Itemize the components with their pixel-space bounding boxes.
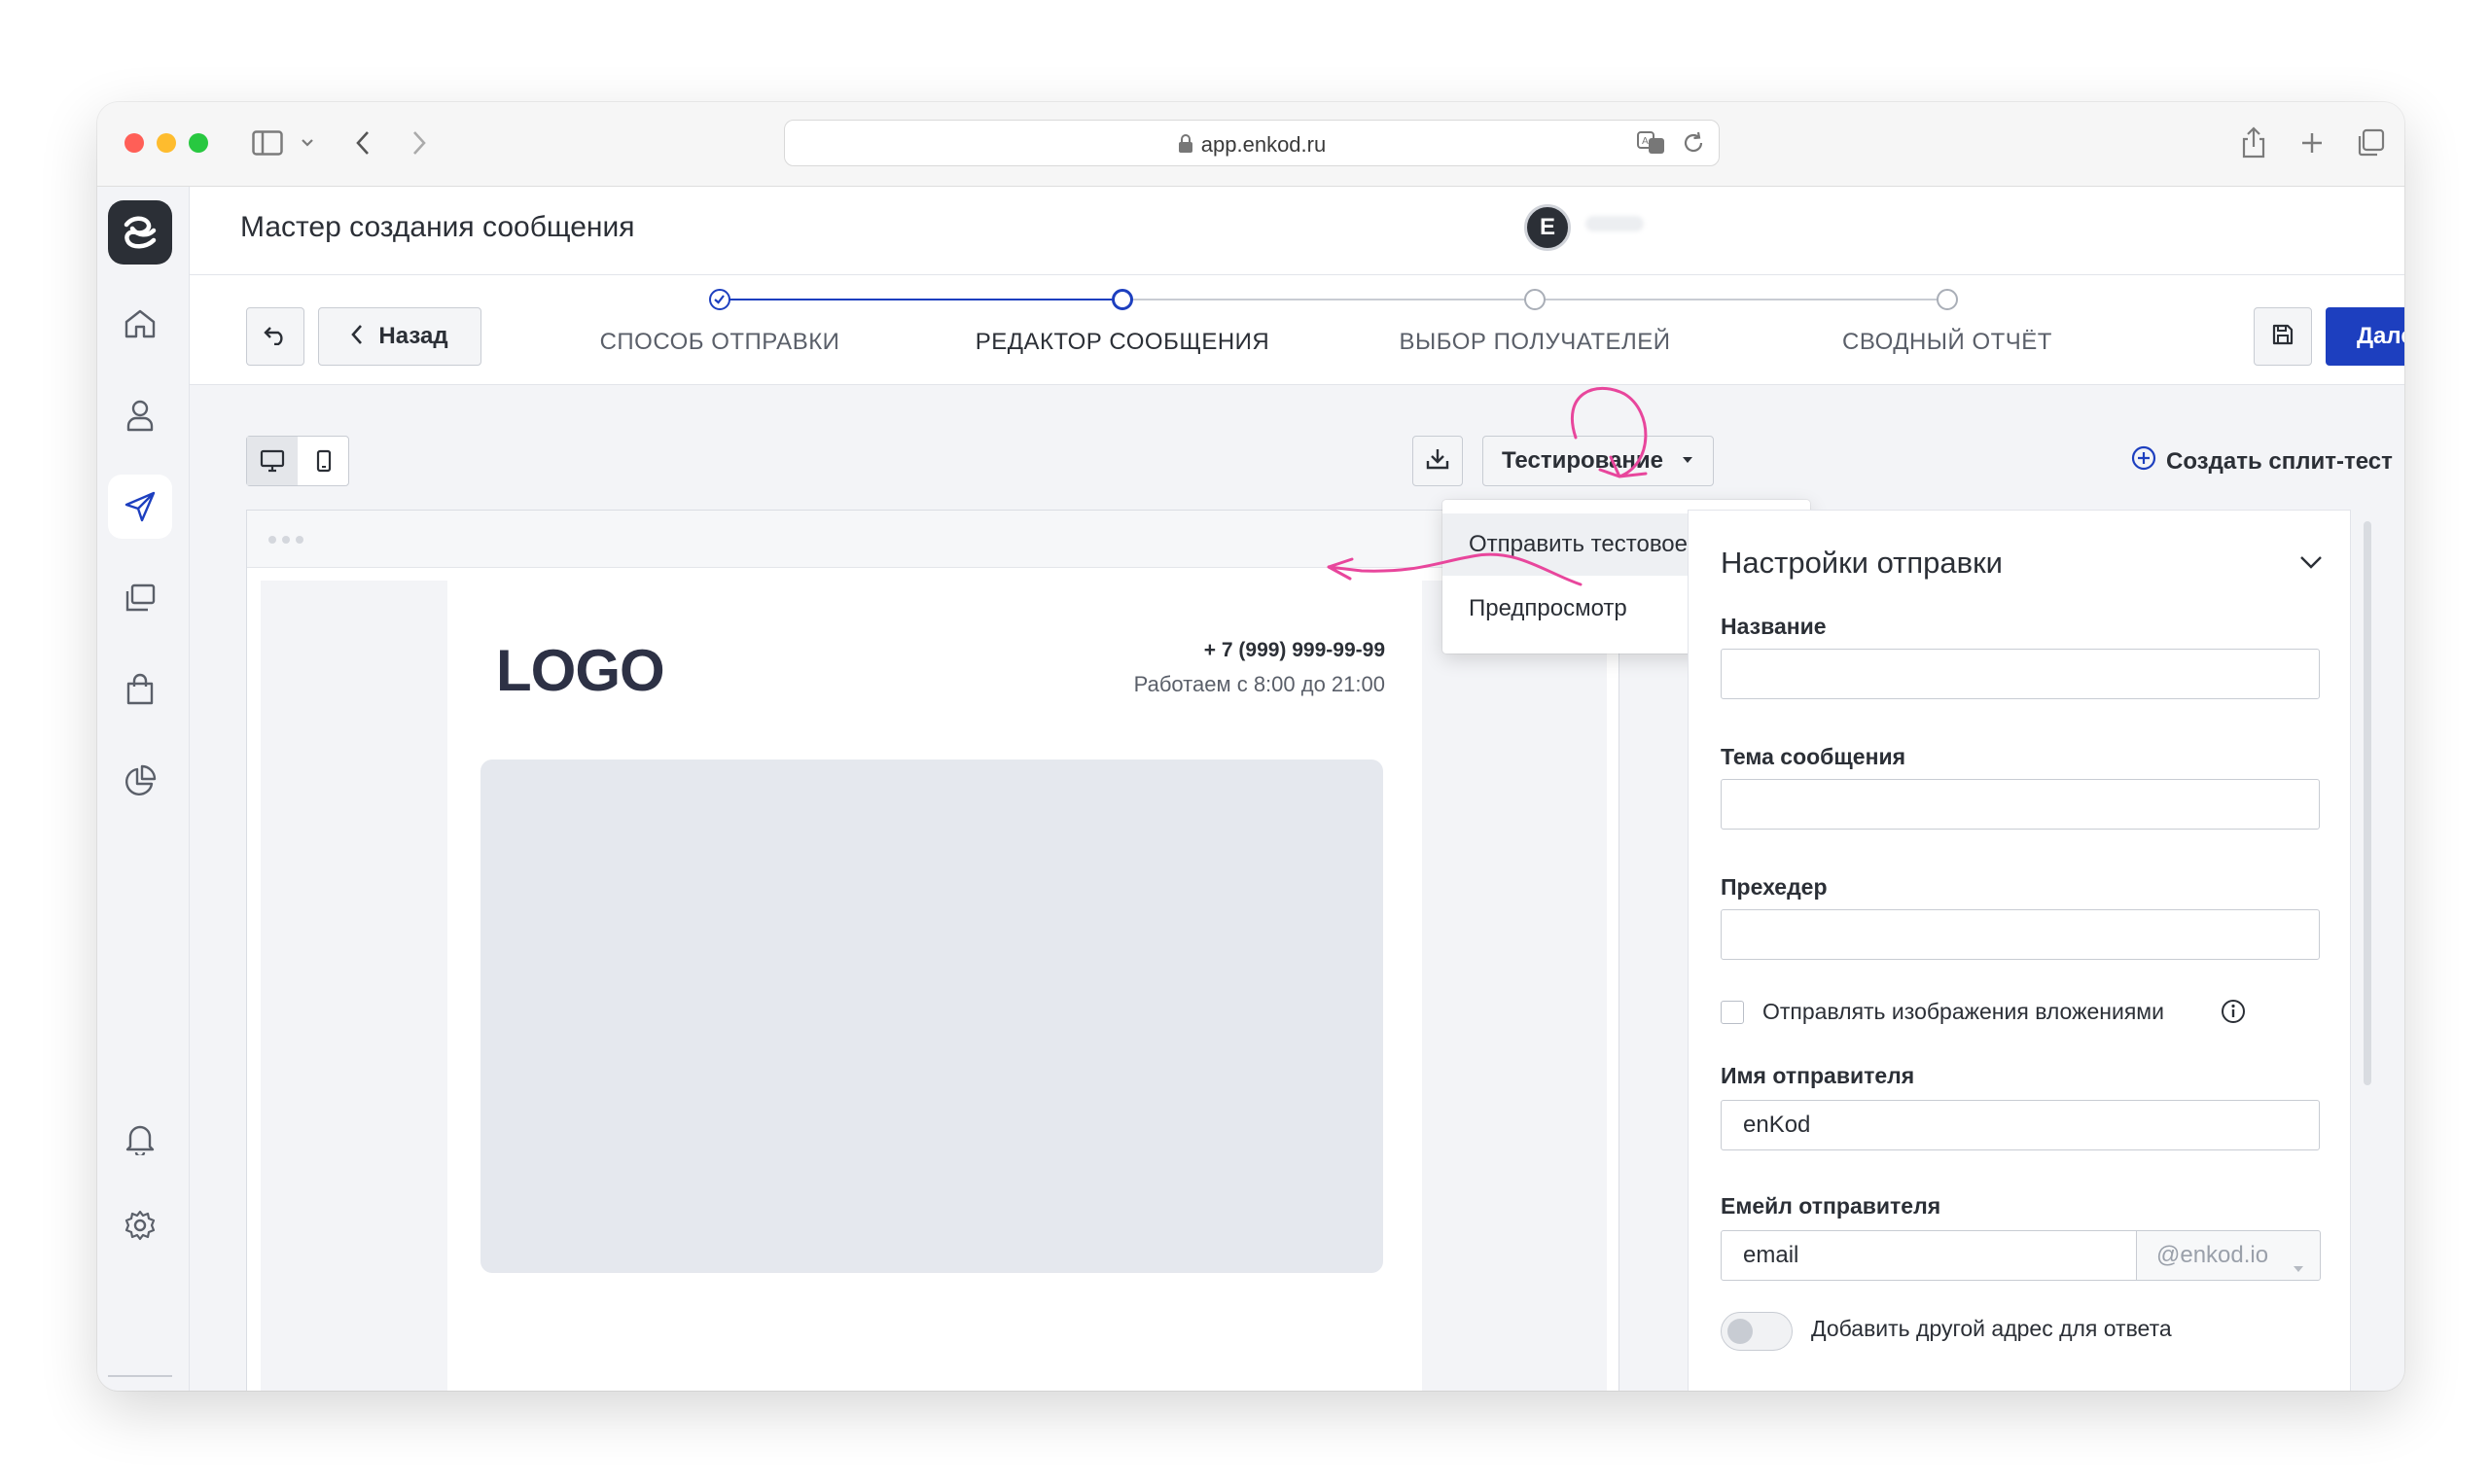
minimize-window-button[interactable] xyxy=(157,133,176,153)
back-button[interactable]: Назад xyxy=(318,307,481,366)
browser-window: app.enkod.ru A Мастер создания сообщения… xyxy=(97,102,2404,1391)
user-icon[interactable] xyxy=(108,383,172,447)
address-bar[interactable]: app.enkod.ru A xyxy=(784,120,1720,166)
step-3-label[interactable]: ВЫБОР ПОЛУЧАТЕЛЕЙ xyxy=(1340,329,1729,356)
email-logo[interactable]: LOGO xyxy=(496,637,665,704)
page-title: Мастер создания сообщения xyxy=(240,211,635,243)
page-header: Мастер создания сообщения E xyxy=(190,187,2404,275)
new-tab-icon[interactable] xyxy=(2297,124,2327,162)
caret-down-icon xyxy=(2293,1253,2304,1280)
reload-icon[interactable] xyxy=(1682,130,1705,160)
sender-name-label: Имя отправителя xyxy=(1721,1063,1915,1088)
chevron-left-icon xyxy=(351,324,363,350)
testing-dropdown-button[interactable]: Тестирование xyxy=(1482,436,1714,486)
next-button-label: Далее xyxy=(2356,323,2404,349)
info-icon[interactable] xyxy=(2221,999,2246,1029)
sender-email-input[interactable]: email xyxy=(1721,1230,2137,1281)
left-nav-rail xyxy=(97,187,190,1391)
url-text: app.enkod.ru xyxy=(1200,132,1327,157)
translate-icon[interactable]: A xyxy=(1637,130,1666,160)
sender-domain-value: @enkod.io xyxy=(2156,1242,2269,1268)
forward-arrow-icon[interactable] xyxy=(405,124,434,162)
email-preview-canvas[interactable]: LOGO + 7 (999) 999-99-99 Работаем с 8:00… xyxy=(246,510,1619,1391)
account-name[interactable] xyxy=(1585,216,1644,231)
avatar[interactable]: E xyxy=(1524,204,1571,251)
templates-icon[interactable] xyxy=(108,566,172,630)
canvas-topbar xyxy=(247,511,1618,568)
analytics-pie-icon[interactable] xyxy=(108,749,172,813)
svg-text:A: A xyxy=(1642,136,1649,147)
step-4-label[interactable]: СВОДНЫЙ ОТЧЁТ xyxy=(1753,329,2142,356)
email-hours[interactable]: Работаем с 8:00 до 21:00 xyxy=(1134,672,1385,697)
enkod-logo[interactable] xyxy=(108,200,172,265)
collapse-chevron-icon[interactable] xyxy=(2299,555,2323,574)
name-input[interactable] xyxy=(1721,649,2320,699)
device-view-toggle xyxy=(246,436,349,486)
preheader-label: Прехедер xyxy=(1721,874,1828,900)
send-icon[interactable] xyxy=(108,475,172,539)
testing-label: Тестирование xyxy=(1501,447,1664,474)
reply-to-toggle[interactable] xyxy=(1721,1312,1793,1351)
split-test-label: Создать сплит-тест xyxy=(2166,447,2393,475)
reply-to-label[interactable]: Добавить другой адрес для ответа xyxy=(1811,1316,2172,1342)
settings-title: Настройки отправки xyxy=(1721,546,2003,580)
desktop-view-icon[interactable] xyxy=(247,437,298,485)
save-draft-button[interactable] xyxy=(2254,307,2312,366)
download-button[interactable] xyxy=(1412,436,1463,486)
email-phone[interactable]: + 7 (999) 999-99-99 xyxy=(1204,639,1385,662)
caret-down-icon xyxy=(1681,452,1694,470)
sidebar-toggle-icon[interactable] xyxy=(248,124,287,162)
attach-images-checkbox[interactable] xyxy=(1721,1001,1744,1024)
preheader-input[interactable] xyxy=(1721,909,2320,960)
email-hero-image-placeholder[interactable] xyxy=(480,760,1383,1273)
zoom-window-button[interactable] xyxy=(189,133,208,153)
editor-workspace: LOGO + 7 (999) 999-99-99 Работаем с 8:00… xyxy=(190,385,2404,1391)
gear-icon[interactable] xyxy=(108,1193,172,1257)
mobile-view-icon[interactable] xyxy=(299,437,349,485)
email-right-margin xyxy=(1422,581,1607,1391)
wizard-stepper-bar: Назад СПОСОБ ОТПРАВКИ РЕДАКТОР СООБЩЕНИЯ… xyxy=(190,275,2404,385)
home-icon[interactable] xyxy=(108,292,172,356)
close-window-button[interactable] xyxy=(124,133,144,153)
step-2-label[interactable]: РЕДАКТОР СООБЩЕНИЯ xyxy=(928,329,1317,356)
settings-scrollbar[interactable] xyxy=(2364,521,2371,1085)
back-button-label: Назад xyxy=(378,323,448,349)
browser-toolbar: app.enkod.ru A xyxy=(97,102,2404,187)
step-1-label[interactable]: СПОСОБ ОТПРАВКИ xyxy=(525,329,914,356)
more-dots-icon[interactable] xyxy=(268,536,303,544)
bell-icon[interactable] xyxy=(108,1107,172,1171)
name-label: Название xyxy=(1721,614,1827,639)
lock-icon xyxy=(1178,134,1193,159)
plus-circle-icon xyxy=(2131,445,2156,477)
floppy-disk-icon xyxy=(2271,323,2294,351)
sender-domain-select[interactable]: @enkod.io xyxy=(2136,1230,2321,1281)
tab-overview-icon[interactable] xyxy=(2354,124,2387,162)
back-arrow-icon[interactable] xyxy=(348,124,377,162)
shopping-bag-icon[interactable] xyxy=(108,657,172,722)
subject-input[interactable] xyxy=(1721,779,2320,830)
send-settings-panel: Настройки отправки Название Тема сообщен… xyxy=(1688,510,2351,1391)
step-2-dot[interactable] xyxy=(1112,289,1133,310)
step-4-dot[interactable] xyxy=(1937,289,1958,310)
step-3-dot[interactable] xyxy=(1524,289,1546,310)
undo-button[interactable] xyxy=(246,307,304,366)
download-icon xyxy=(1425,446,1450,477)
rail-divider xyxy=(108,1375,172,1377)
step-connector-done xyxy=(720,299,1122,300)
sender-email-label: Емейл отправителя xyxy=(1721,1193,1941,1219)
subject-label: Тема сообщения xyxy=(1721,744,1906,769)
sender-name-input[interactable]: enKod xyxy=(1721,1100,2320,1150)
create-split-test-button[interactable]: Создать сплит-тест xyxy=(2131,445,2393,477)
attach-images-label[interactable]: Отправлять изображения вложениями xyxy=(1762,999,2164,1025)
step-1-check-icon[interactable] xyxy=(709,289,730,310)
next-button[interactable]: Далее xyxy=(2326,307,2404,366)
email-left-margin xyxy=(261,581,447,1391)
chevron-down-icon[interactable] xyxy=(297,124,318,162)
undo-icon xyxy=(263,324,288,350)
share-icon[interactable] xyxy=(2237,124,2270,162)
